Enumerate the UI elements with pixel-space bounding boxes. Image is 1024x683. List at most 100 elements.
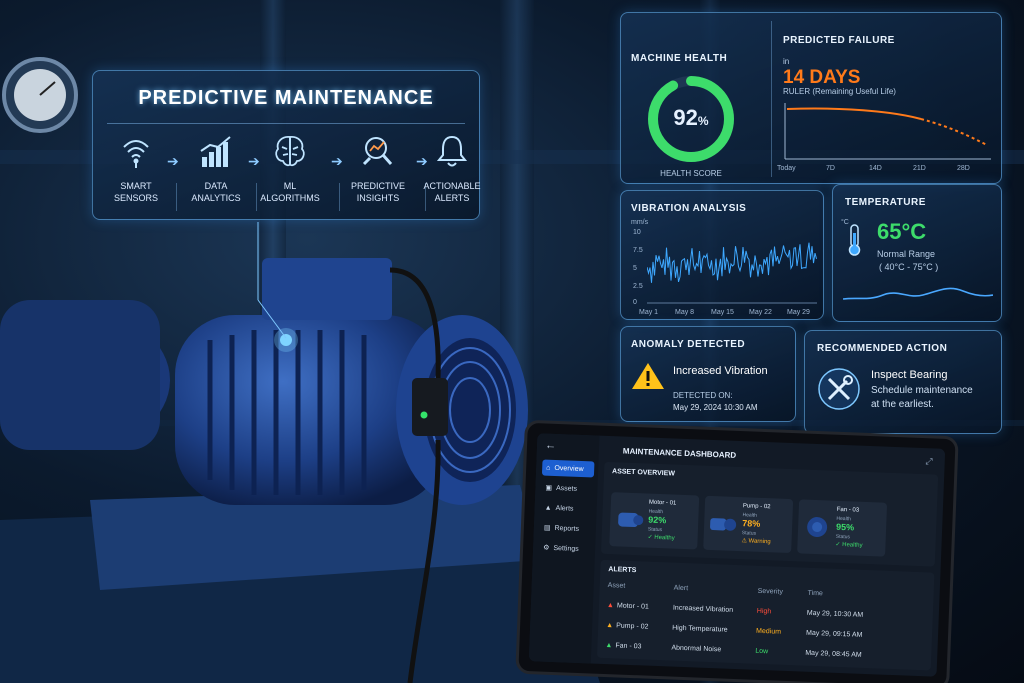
anomaly-detected-panel: ANOMALY DETECTED Increased Vibration DET… <box>620 326 796 422</box>
magnifier-chart-icon <box>362 137 393 166</box>
step-line2: SENSORS <box>113 193 158 203</box>
recommended-action-title: RECOMMENDED ACTION <box>817 343 948 354</box>
tablet-device: ← ⌂ Overview ▣ Assets ▲ Alerts ▤ Reports ⚙ Se… <box>515 419 959 683</box>
temperature-value: 65°C <box>877 219 927 244</box>
asset-health: 78% <box>742 518 761 529</box>
asset-status: ✓ Healthy <box>835 541 863 549</box>
health-value-unit: % <box>697 114 709 128</box>
nav-label: Overview <box>554 464 584 473</box>
alerts-title: ALERTS <box>608 566 637 575</box>
predicted-failure-in: in <box>783 57 790 66</box>
asset-card-motor[interactable]: Motor - 01 Health 92% Status ✓ Healthy <box>609 492 700 550</box>
temperature-title: TEMPERATURE <box>845 197 926 208</box>
factory-background: PREDICTIVE MAINTENANCE SMART SENSORS ➔ DA… <box>0 0 1024 683</box>
alert-severity: Medium <box>755 627 782 636</box>
temperature-sparkline <box>843 287 993 300</box>
step-line2: ALERTS <box>434 193 470 203</box>
asset-name: Motor - 01 <box>648 499 677 507</box>
warning-icon: ▲ <box>606 602 615 610</box>
nav-alerts[interactable]: ▲ Alerts <box>540 499 593 517</box>
brain-icon <box>275 136 305 167</box>
alert-asset: Pump - 02 <box>616 622 649 631</box>
nav-label: Reports <box>554 524 580 533</box>
normal-range-value: ( 40°C - 75°C ) <box>879 262 939 272</box>
asset-status-label: Status <box>647 526 663 534</box>
rul-tick: 7D <box>826 165 835 172</box>
asset-status-label: Status <box>741 530 757 537</box>
rul-tick: Today <box>777 165 796 172</box>
dashboard-sidebar: ← ⌂ Overview ▣ Assets ▲ Alerts ▤ Reports ⚙ Se… <box>528 433 600 664</box>
pump-icon <box>710 518 737 531</box>
step-smart-sensors: SMART SENSORS <box>99 133 173 204</box>
action-main: Inspect Bearing <box>871 369 948 381</box>
alert-text: High Temperature <box>672 624 728 634</box>
nav-settings[interactable]: ⚙ Settings <box>539 539 592 557</box>
temperature-panel: TEMPERATURE °C 65°C Normal Range ( 40°C … <box>832 184 1002 322</box>
step-line1: PREDICTIVE <box>350 181 405 191</box>
vibration-waveform <box>647 242 817 304</box>
x-tick: May 22 <box>749 309 772 316</box>
step-line1: DATA <box>204 181 228 191</box>
expand-icon[interactable]: ⤢ <box>925 456 933 467</box>
bell-icon <box>436 135 468 167</box>
asset-card-fan[interactable]: Fan - 03 Health 95% Status ✓ Healthy <box>797 499 888 557</box>
alert-severity: Low <box>755 647 769 656</box>
nav-assets[interactable]: ▣ Assets <box>541 479 594 497</box>
rul-chart <box>784 103 991 160</box>
asset-name: Fan - 03 <box>836 506 860 514</box>
back-arrow-icon[interactable]: ← <box>545 440 556 452</box>
divider <box>339 183 340 211</box>
wifi-icon <box>123 140 149 168</box>
nav-overview[interactable]: ⌂ Overview <box>541 459 595 478</box>
health-value-number: 92 <box>673 105 698 130</box>
x-tick: May 15 <box>711 309 734 316</box>
alert-time: May 29, 08:45 AM <box>805 649 862 659</box>
asset-status-text: Warning <box>748 538 771 546</box>
alerts-section: ALERTS Asset Alert Severity Time ▲ Motor… <box>596 559 935 671</box>
health-score-label: HEALTH SCORE <box>660 169 722 178</box>
rul-subtitle: RULER (Remaining Useful Life) <box>783 87 896 96</box>
vibration-signal <box>647 242 817 283</box>
dashboard-title: MAINTENANCE DASHBOARD <box>622 446 737 460</box>
predictive-maintenance-panel: PREDICTIVE MAINTENANCE SMART SENSORS ➔ DA… <box>92 70 481 220</box>
warning-icon: ▲ <box>606 622 614 630</box>
maintenance-dashboard-screen: ← ⌂ Overview ▣ Assets ▲ Alerts ▤ Reports ⚙ Se… <box>528 433 946 677</box>
gear-icon: ⚙ <box>542 544 550 552</box>
step-line2: ANALYTICS <box>191 193 241 203</box>
machine-health-title: MACHINE HEALTH <box>631 53 728 64</box>
step-line1: ACTIONABLE <box>423 181 481 191</box>
alert-time: May 29, 09:15 AM <box>805 629 863 639</box>
cube-icon: ▣ <box>545 484 553 492</box>
col-alert: Alert <box>673 584 689 593</box>
report-icon: ▤ <box>543 524 551 532</box>
x-tick: May 29 <box>787 309 810 316</box>
motor-icon <box>618 512 644 528</box>
alert-time: May 29, 10:30 AM <box>806 609 864 619</box>
title-divider <box>107 123 465 124</box>
celsius-unit-icon: °C <box>841 219 849 226</box>
step-ml-algorithms: ML ALGORITHMS <box>253 133 327 204</box>
alert-text: Abnormal Noise <box>671 644 722 654</box>
divider <box>771 21 772 177</box>
health-score-value: 92% <box>641 105 741 131</box>
asset-overview-title: ASSET OVERVIEW <box>611 468 676 478</box>
asset-name: Pump - 02 <box>742 503 771 511</box>
y-tick: 5 <box>633 265 637 272</box>
fan-icon <box>807 517 828 538</box>
asset-status: ⚠ Warning <box>741 538 771 546</box>
step-actionable-alerts: ACTIONABLE ALERTS <box>415 133 489 204</box>
step-line1: ML <box>283 181 297 191</box>
alert-severity: High <box>756 607 772 616</box>
alert-icon: ▲ <box>544 504 552 512</box>
y-tick: 10 <box>633 229 641 236</box>
asset-status-label: Status <box>835 533 851 541</box>
normal-range-label: Normal Range <box>877 249 936 259</box>
asset-status: ✓ Healthy <box>647 534 675 542</box>
arrow-right-icon: ➔ <box>167 153 179 169</box>
vibration-unit: mm/s <box>631 219 649 226</box>
x-tick: May 8 <box>675 309 695 316</box>
asset-card-pump[interactable]: Pump - 02 Health 78% Status ⚠ Warning <box>703 495 794 554</box>
nav-reports[interactable]: ▤ Reports <box>540 519 593 537</box>
asset-health: 95% <box>835 521 855 533</box>
step-line2: INSIGHTS <box>356 193 400 203</box>
